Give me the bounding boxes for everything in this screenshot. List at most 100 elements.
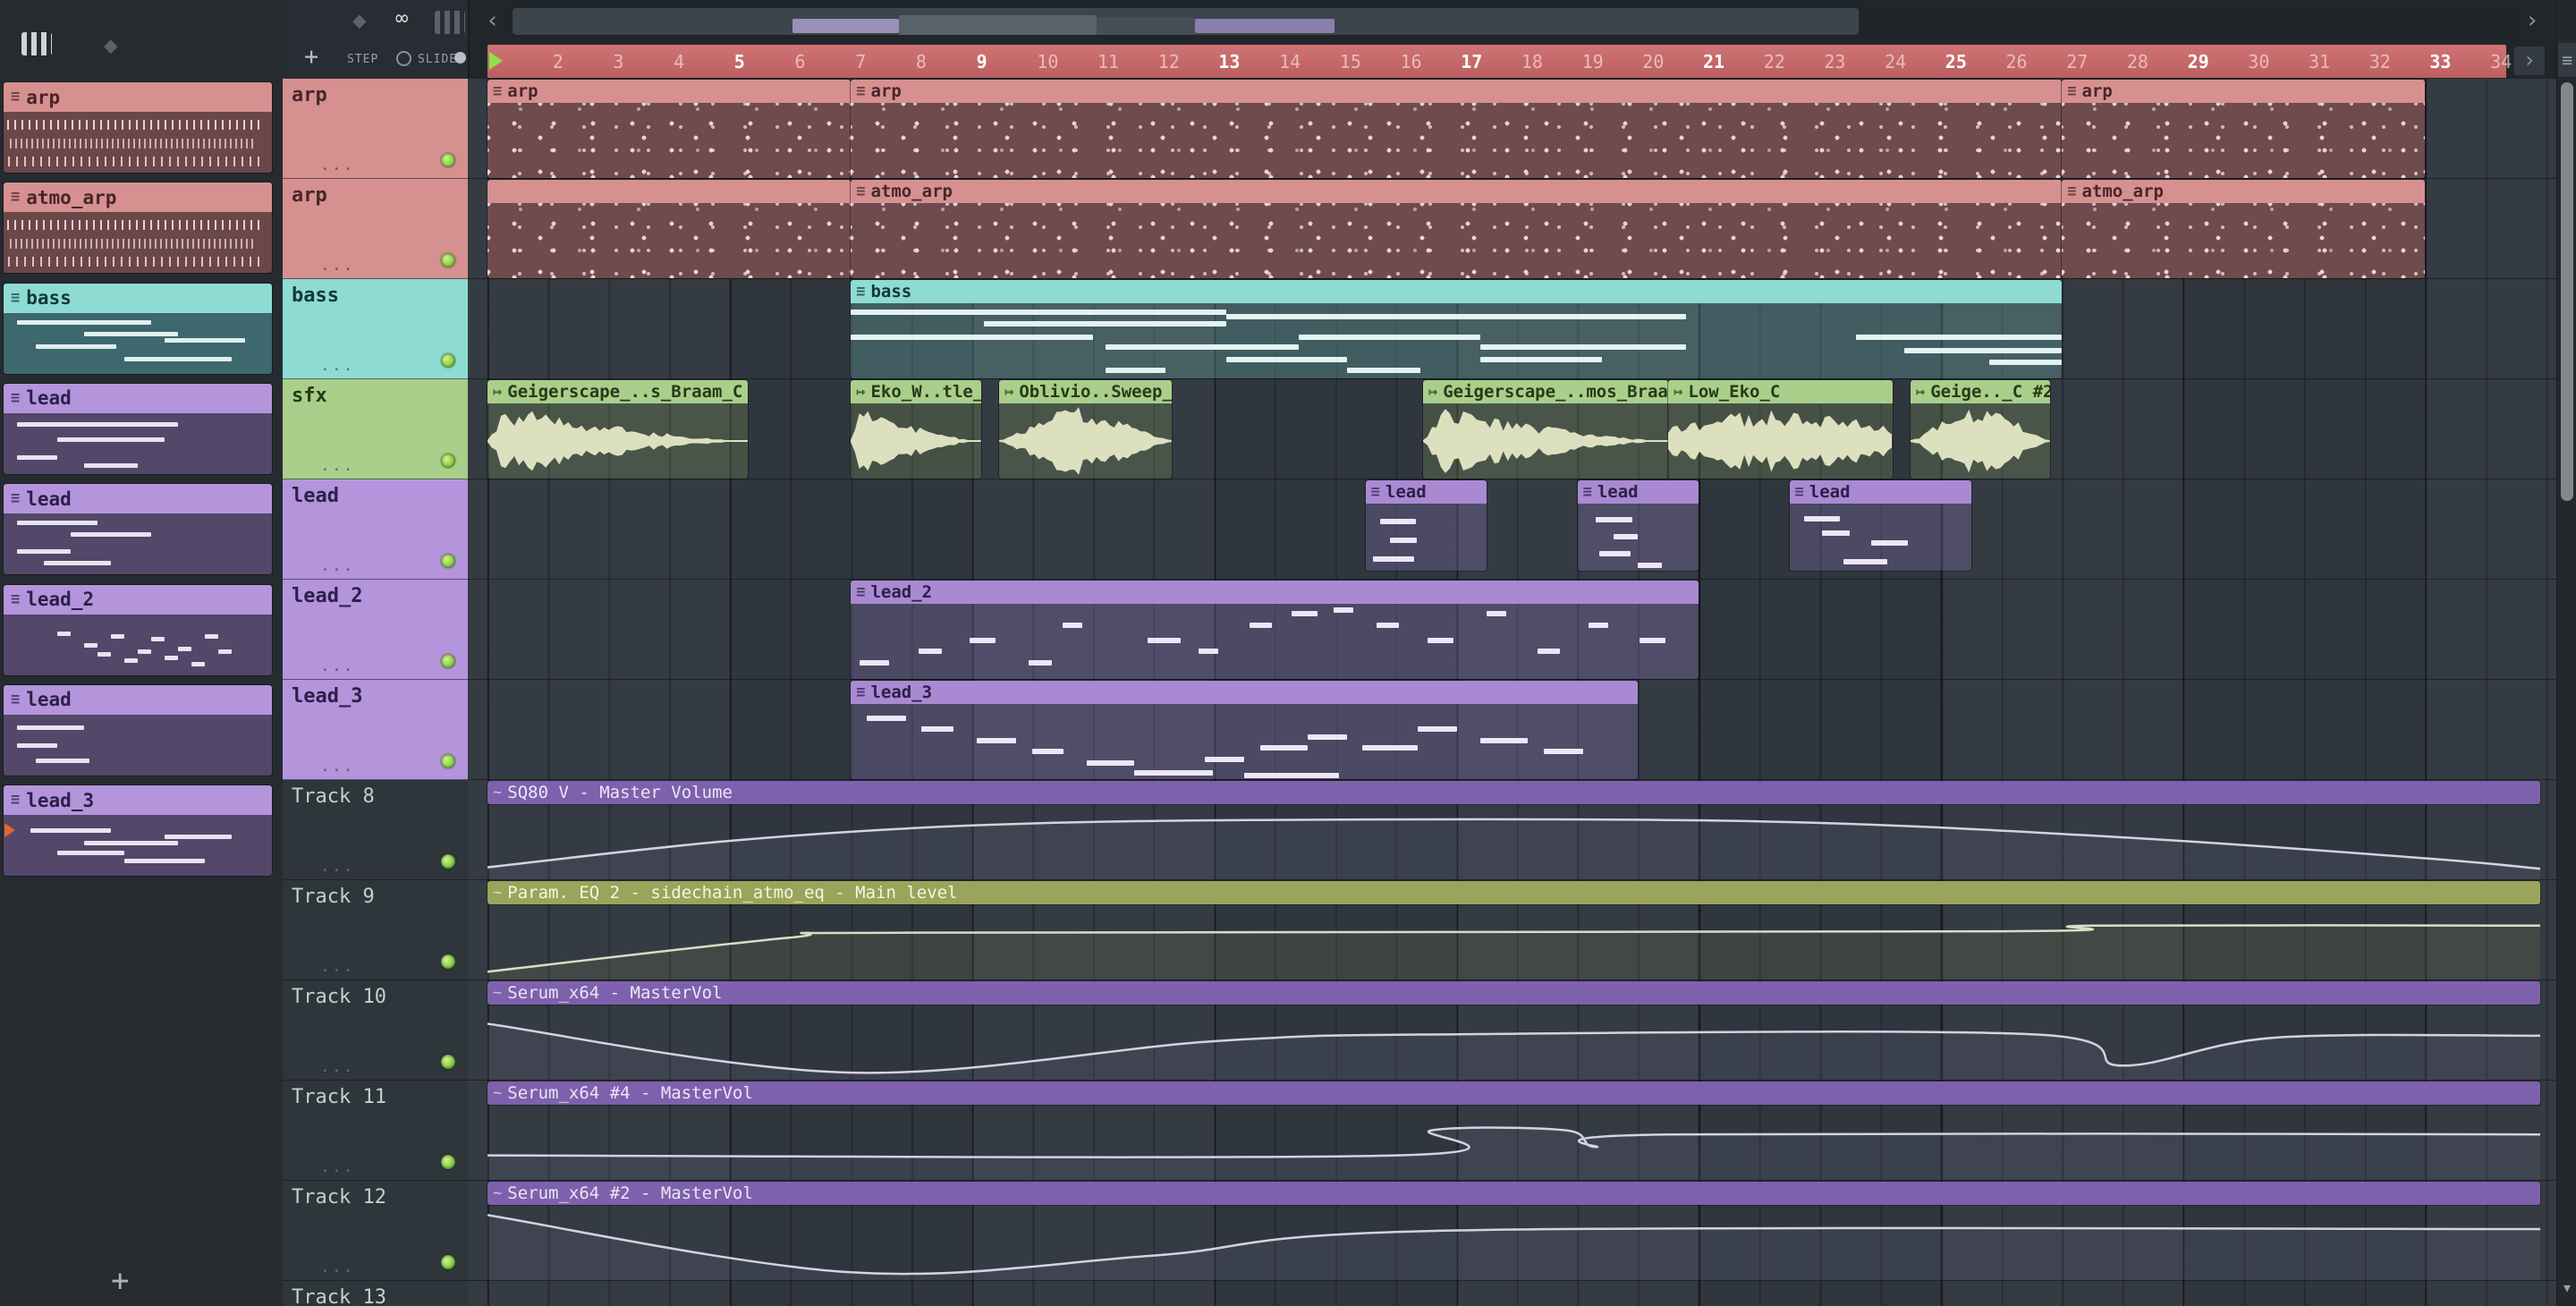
midi-clip-lead[interactable]: ≡ lead bbox=[1365, 480, 1487, 571]
track-mute-led[interactable] bbox=[441, 554, 455, 568]
playlist-grid[interactable]: ≡ arp ≡ arp ≡ arp ≡ atmo_arp ≡ atmo_arp ≡ bass ↦ Geig… bbox=[468, 79, 2556, 1306]
bar-number: 15 bbox=[1339, 51, 1361, 72]
clip-body bbox=[851, 203, 2063, 278]
bar-number: 4 bbox=[674, 51, 685, 72]
track-header-track-10[interactable]: Track 10... bbox=[283, 980, 468, 1081]
clip-label: arp bbox=[870, 81, 902, 101]
scroll-down-arrow[interactable]: ▾ bbox=[2558, 1270, 2576, 1304]
automation-clip-serum-x64-mastervol[interactable]: ~ Serum_x64 - MasterVol bbox=[487, 981, 2541, 1080]
pattern-item-lead[interactable]: ≡ lead bbox=[4, 484, 272, 575]
audio-clip-low-eko-c[interactable]: ↦ Low_Eko_C bbox=[1668, 380, 1893, 479]
clip-header: ~ Serum_x64 - MasterVol bbox=[487, 981, 2541, 1005]
dots-clip-atmo-arp[interactable]: ≡ atmo_arp bbox=[2062, 180, 2426, 278]
dots-clip[interactable] bbox=[487, 180, 852, 278]
track-header-bass[interactable]: bass... bbox=[283, 279, 468, 379]
track-header-sfx[interactable]: sfx... bbox=[283, 379, 468, 479]
pattern-item-atmo_arp[interactable]: ≡ atmo_arp bbox=[4, 182, 272, 274]
pattern-picker-icon[interactable]: ◆ bbox=[104, 34, 118, 57]
track-header-lead[interactable]: lead... bbox=[283, 479, 468, 580]
timeline-ruler[interactable]: 2 3 4 5 6 7 8 9 10 11 12 13 14 15 16 17 18 19 20 21 22 23 24 25… bbox=[468, 43, 2556, 79]
slide-indicator[interactable] bbox=[454, 52, 466, 64]
preview-note bbox=[124, 859, 205, 864]
track-name: lead bbox=[292, 485, 339, 507]
audio-clip-geigerscape-s-braam-c-2[interactable]: ↦ Geigerscape_..s_Braam_C #2 bbox=[487, 380, 749, 479]
pattern-item-bass[interactable]: ≡ bass bbox=[4, 283, 272, 374]
audio-waveform bbox=[487, 411, 748, 471]
track-header-track-8[interactable]: Track 8... bbox=[283, 780, 468, 880]
dots-clip-arp[interactable]: ≡ arp bbox=[851, 80, 2063, 178]
clip-label: arp bbox=[507, 81, 538, 101]
playlist-icon[interactable] bbox=[435, 11, 465, 34]
track-header-arp[interactable]: arp... bbox=[283, 79, 468, 179]
midi-clip-lead[interactable]: ≡ lead bbox=[1577, 480, 1699, 571]
track-mute-led[interactable] bbox=[441, 1055, 455, 1069]
track-header-track-13[interactable]: Track 13... bbox=[283, 1281, 468, 1306]
track-mute-led[interactable] bbox=[441, 654, 455, 668]
track-header-track-12[interactable]: Track 12... bbox=[283, 1181, 468, 1281]
add-pattern-button[interactable]: + bbox=[111, 1263, 129, 1299]
clip-header: ~ Serum_x64 #4 - MasterVol bbox=[487, 1081, 2541, 1105]
pattern-item-lead_3[interactable]: ≡ lead_3 bbox=[4, 785, 272, 877]
clip-body bbox=[1668, 403, 1893, 479]
pattern-item-lead_2[interactable]: ≡ lead_2 bbox=[4, 584, 272, 675]
bar-number: 18 bbox=[1521, 51, 1543, 72]
pattern-item-lead[interactable]: ≡ lead bbox=[4, 684, 272, 776]
dots-clip-atmo-arp[interactable]: ≡ atmo_arp bbox=[851, 180, 2063, 278]
playlist-icon[interactable] bbox=[21, 32, 52, 55]
midi-note bbox=[1638, 563, 1663, 568]
scrollbar-menu-icon[interactable]: ≡ bbox=[2558, 43, 2576, 77]
audio-clip-oblivio-sweep-cm[interactable]: ↦ Oblivio..Sweep_Cm bbox=[999, 380, 1172, 479]
playlist-row-13[interactable] bbox=[468, 1281, 2556, 1306]
preview-note bbox=[165, 338, 245, 343]
slide-label[interactable]: SLIDE bbox=[418, 53, 457, 66]
audio-clip-geige-c-2[interactable]: ↦ Geige.._C #2 bbox=[1910, 380, 2050, 479]
track-name: bass bbox=[292, 284, 339, 307]
dots-clip-arp[interactable]: ≡ arp bbox=[487, 80, 852, 178]
midi-note bbox=[1225, 313, 1687, 319]
track-mute-led[interactable] bbox=[441, 854, 455, 869]
automation-clip-sq80-v-master-volume[interactable]: ~ SQ80 V - Master Volume bbox=[487, 781, 2541, 879]
dots-clip-arp[interactable]: ≡ arp bbox=[2062, 80, 2426, 178]
midi-clip-bass[interactable]: ≡ bass bbox=[851, 280, 2063, 378]
hscrollbar-track[interactable] bbox=[509, 6, 2521, 37]
scroll-right-arrow[interactable]: › bbox=[2525, 7, 2539, 34]
midi-clip-lead-2[interactable]: ≡ lead_2 bbox=[851, 581, 1699, 679]
preview-note bbox=[218, 649, 232, 654]
step-toggle[interactable] bbox=[396, 51, 411, 66]
track-mute-led[interactable] bbox=[441, 954, 455, 969]
step-label[interactable]: STEP bbox=[347, 53, 378, 66]
track-mute-led[interactable] bbox=[441, 353, 455, 368]
add-track-button[interactable]: + bbox=[304, 43, 318, 71]
hscrollbar-handle[interactable] bbox=[513, 8, 1859, 35]
pattern-item-arp[interactable]: ≡ arp bbox=[4, 82, 272, 173]
audio-clip-geigerscape-mos-braam-[interactable]: ↦ Geigerscape_..mos_Braam_ bbox=[1422, 380, 1669, 479]
audio-clip-eko-w-tle-c[interactable]: ↦Eko_W..tle_C bbox=[851, 380, 981, 479]
pattern-item-lead[interactable]: ≡ lead bbox=[4, 383, 272, 474]
track-mute-led[interactable] bbox=[441, 1255, 455, 1269]
midi-clip-lead-3[interactable]: ≡ lead_3 bbox=[851, 681, 1639, 779]
track-header-lead_2[interactable]: lead_2... bbox=[283, 580, 468, 680]
playlist-row-5[interactable] bbox=[468, 479, 2556, 580]
track-mute-led[interactable] bbox=[441, 754, 455, 768]
track-header-track-9[interactable]: Track 9... bbox=[283, 880, 468, 980]
preview-note bbox=[17, 548, 71, 554]
track-name: Track 12 bbox=[292, 1186, 386, 1208]
midi-clip-lead[interactable]: ≡ lead bbox=[1789, 480, 1971, 571]
track-header-lead_3[interactable]: lead_3... bbox=[283, 680, 468, 780]
automation-clip-param-eq-2-sidechain-atmo-eq-main-level[interactable]: ~ Param. EQ 2 - sidechain_atmo_eq - Main … bbox=[487, 881, 2541, 980]
scroll-left-arrow[interactable]: ‹ bbox=[486, 7, 500, 34]
ruler-scroll-right[interactable]: › bbox=[2514, 47, 2545, 75]
track-mute-led[interactable] bbox=[441, 454, 455, 468]
link-icon[interactable]: ∞ bbox=[395, 7, 408, 29]
track-header-arp[interactable]: arp... bbox=[283, 179, 468, 279]
track-mute-led[interactable] bbox=[441, 153, 455, 167]
track-mute-led[interactable] bbox=[441, 1155, 455, 1169]
clip-label: arp bbox=[2081, 81, 2113, 101]
track-header-track-11[interactable]: Track 11... bbox=[283, 1081, 468, 1181]
automation-clip-serum-x64-2-mastervol[interactable]: ~ Serum_x64 #2 - MasterVol bbox=[487, 1182, 2541, 1280]
automation-clip-serum-x64-4-mastervol[interactable]: ~ Serum_x64 #4 - MasterVol bbox=[487, 1081, 2541, 1180]
vscrollbar-handle[interactable] bbox=[2561, 82, 2573, 501]
track-mute-led[interactable] bbox=[441, 253, 455, 267]
bar-number: 10 bbox=[1037, 51, 1059, 72]
pattern-picker-icon[interactable]: ◆ bbox=[352, 9, 367, 32]
